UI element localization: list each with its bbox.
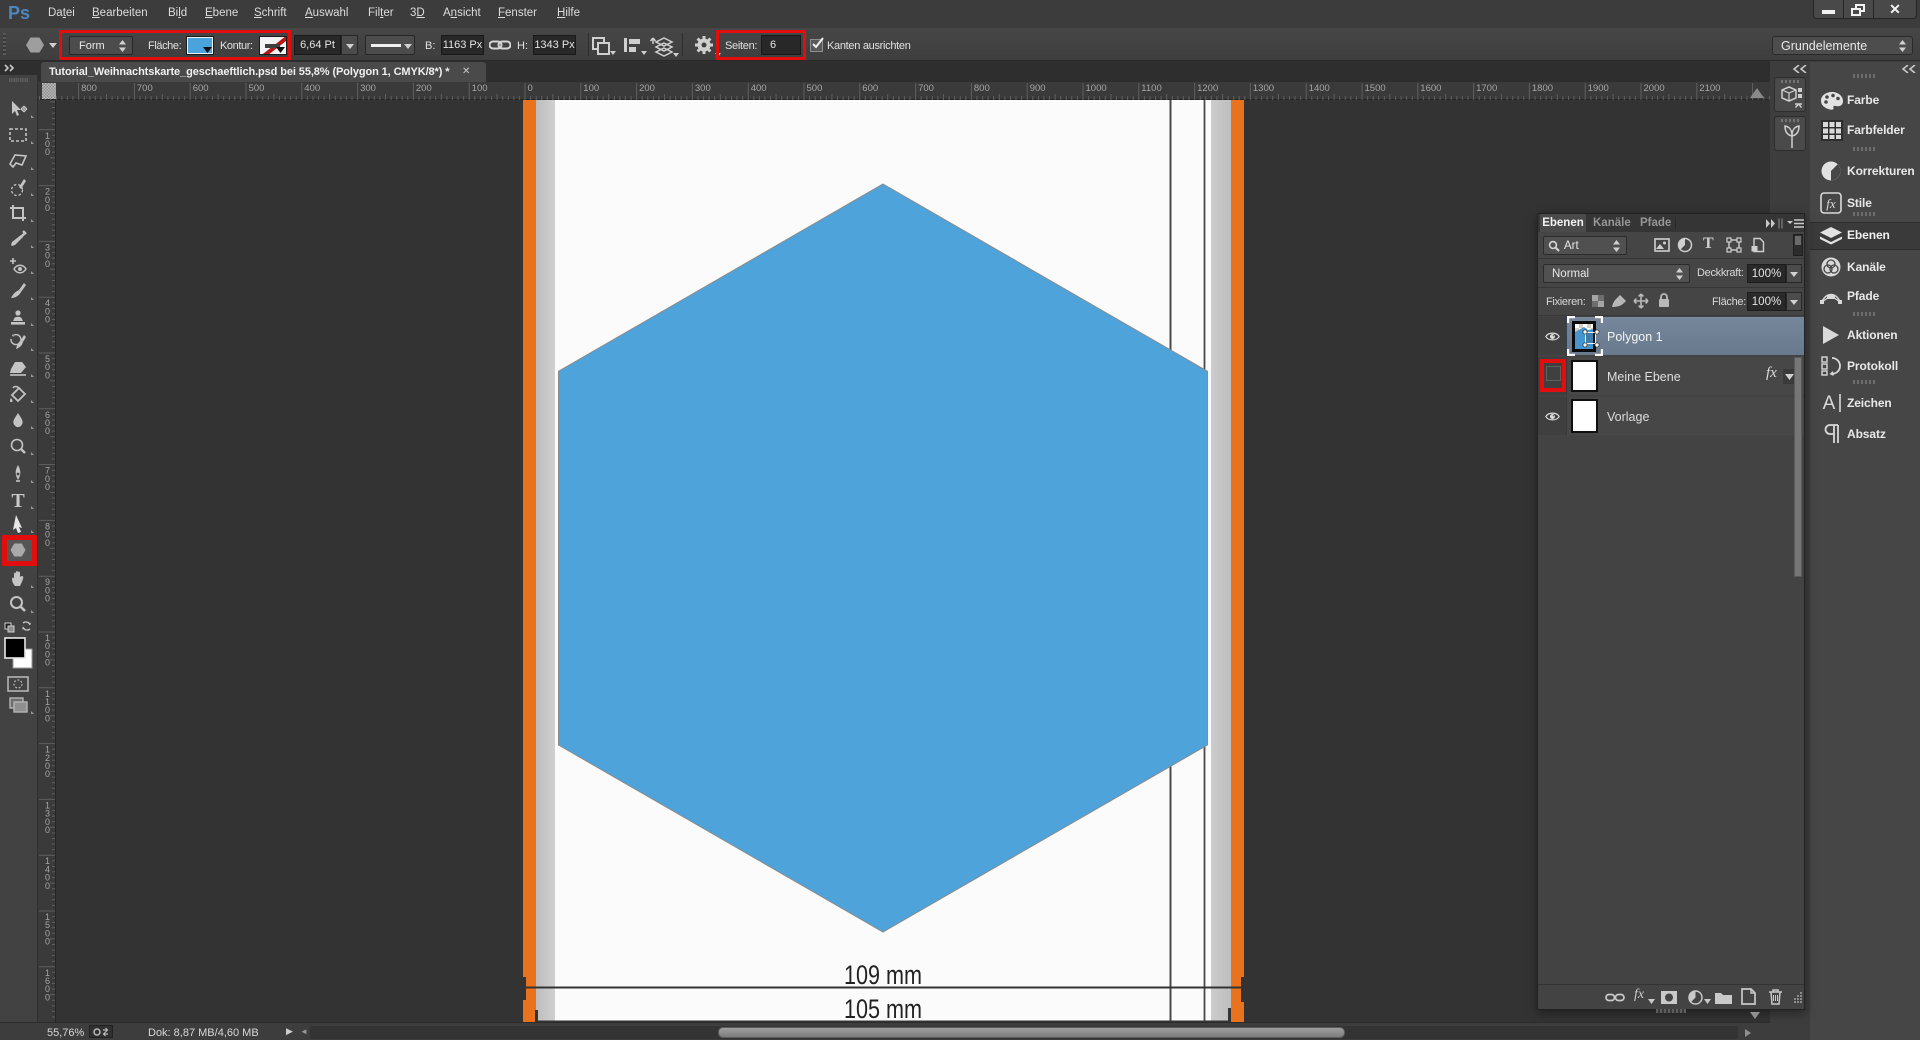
- svg-text:T: T: [11, 490, 25, 512]
- svg-text:300: 300: [695, 83, 711, 94]
- svg-text:0: 0: [45, 713, 50, 723]
- svg-text:0: 0: [45, 658, 50, 668]
- svg-text:0: 0: [528, 83, 533, 94]
- svg-text:600: 600: [193, 83, 209, 94]
- svg-text:0: 0: [45, 937, 50, 947]
- svg-text:800: 800: [81, 83, 97, 94]
- svg-text:0: 0: [45, 992, 50, 1002]
- svg-text:1800: 1800: [1532, 83, 1553, 94]
- svg-text:100: 100: [472, 83, 488, 94]
- svg-text:2000: 2000: [1644, 83, 1665, 94]
- svg-text:100: 100: [583, 83, 599, 94]
- svg-text:500: 500: [807, 83, 823, 94]
- svg-text:fx: fx: [1826, 196, 1836, 211]
- svg-text:1600: 1600: [1420, 83, 1441, 94]
- svg-text:0: 0: [45, 426, 50, 436]
- svg-text:400: 400: [751, 83, 767, 94]
- svg-text:500: 500: [249, 83, 265, 94]
- svg-text:0: 0: [45, 370, 50, 380]
- svg-text:1000: 1000: [1086, 83, 1107, 94]
- svg-text:0: 0: [45, 825, 50, 835]
- svg-text:700: 700: [137, 83, 153, 94]
- svg-text:1100: 1100: [1141, 83, 1161, 94]
- svg-text:1200: 1200: [1197, 83, 1218, 94]
- svg-text:400: 400: [304, 83, 320, 94]
- svg-text:0: 0: [45, 259, 50, 269]
- svg-text:0: 0: [45, 482, 50, 492]
- svg-text:800: 800: [974, 83, 990, 94]
- svg-text:2100: 2100: [1699, 83, 1720, 94]
- svg-text:A: A: [1823, 393, 1836, 414]
- svg-text:0: 0: [45, 315, 50, 325]
- svg-text:0: 0: [45, 594, 50, 604]
- svg-text:1700: 1700: [1476, 83, 1497, 94]
- svg-text:0: 0: [45, 769, 50, 779]
- svg-text:1900: 1900: [1588, 83, 1609, 94]
- svg-text:0: 0: [45, 147, 50, 157]
- svg-text:700: 700: [918, 83, 934, 94]
- svg-text:600: 600: [862, 83, 878, 94]
- svg-text:0: 0: [45, 203, 50, 213]
- svg-text:1400: 1400: [1309, 83, 1330, 94]
- svg-text:1500: 1500: [1365, 83, 1386, 94]
- svg-text:200: 200: [639, 83, 655, 94]
- svg-text:1300: 1300: [1253, 83, 1274, 94]
- svg-text:200: 200: [416, 83, 432, 94]
- svg-text:0: 0: [45, 881, 50, 891]
- svg-text:300: 300: [360, 83, 376, 94]
- svg-text:0: 0: [45, 538, 50, 548]
- svg-text:900: 900: [1030, 83, 1046, 94]
